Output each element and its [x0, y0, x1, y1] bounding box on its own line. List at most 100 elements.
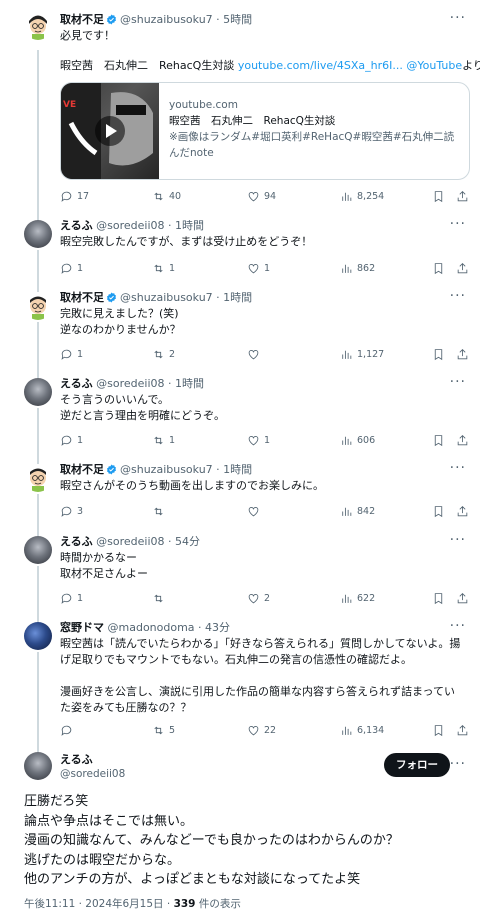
- share-button[interactable]: [456, 188, 469, 204]
- author-name[interactable]: えるふ: [60, 377, 93, 390]
- thread-line: [37, 566, 39, 622]
- views-button[interactable]: 6,134: [340, 722, 384, 738]
- author-name[interactable]: えるふ: [60, 752, 125, 767]
- timestamp[interactable]: 43分: [205, 621, 230, 634]
- views-button[interactable]: 842: [340, 503, 375, 519]
- follow-button[interactable]: フォロー: [384, 753, 450, 777]
- retweet-button[interactable]: 1: [152, 260, 175, 276]
- post-date[interactable]: 2024年6月15日: [85, 898, 163, 910]
- more-icon[interactable]: ···: [450, 10, 466, 26]
- author-name[interactable]: 窓野ドマ: [60, 621, 104, 634]
- avatar[interactable]: [24, 464, 52, 492]
- author-handle[interactable]: @shuzaibusoku7: [120, 13, 213, 26]
- like-button[interactable]: 94: [247, 188, 276, 204]
- author-name[interactable]: 取材不足: [60, 291, 104, 304]
- like-button[interactable]: [247, 346, 264, 362]
- author-name[interactable]: 取材不足: [60, 463, 104, 476]
- retweet-button[interactable]: [152, 503, 169, 519]
- author-handle[interactable]: @soredeii08: [96, 219, 164, 232]
- more-icon[interactable]: ···: [450, 618, 466, 634]
- timestamp[interactable]: 54分: [175, 535, 200, 548]
- avatar[interactable]: [24, 622, 52, 650]
- timestamp[interactable]: 1時間: [223, 291, 252, 304]
- views-button[interactable]: 1,127: [340, 346, 384, 362]
- tweet-text: 暇空さんがそのうち動画を出しますのでお楽しみに。: [60, 479, 324, 492]
- more-icon[interactable]: ···: [450, 532, 466, 548]
- reply-button[interactable]: 1: [60, 260, 83, 276]
- main-avatar[interactable]: [24, 752, 52, 780]
- views-button[interactable]: 606: [340, 432, 375, 448]
- share-button[interactable]: [456, 260, 469, 276]
- retweet-button[interactable]: 5: [152, 722, 175, 738]
- reply-button[interactable]: [60, 722, 77, 738]
- timestamp[interactable]: 1時間: [175, 219, 204, 232]
- author-handle[interactable]: @madonodoma: [108, 621, 195, 634]
- share-button[interactable]: [456, 503, 469, 519]
- retweet-button[interactable]: [152, 590, 169, 606]
- more-icon[interactable]: ···: [450, 374, 466, 390]
- reply-button[interactable]: 3: [60, 503, 83, 519]
- timestamp[interactable]: 5時間: [223, 13, 252, 26]
- bookmark-button[interactable]: [432, 346, 445, 362]
- author-handle[interactable]: @shuzaibusoku7: [120, 291, 213, 304]
- author-handle[interactable]: @soredeii08: [96, 535, 164, 548]
- retweet-button[interactable]: 2: [152, 346, 175, 362]
- youtube-link[interactable]: youtube.com/live/4SXa_hr6I...: [238, 59, 403, 72]
- retweet-button[interactable]: 1: [152, 432, 175, 448]
- avatar[interactable]: [24, 378, 52, 406]
- bookmark-button[interactable]: [432, 188, 445, 204]
- tweet[interactable]: えるふ @soredeii08 · 54分 時間かかるなー 取材不足さんよー: [60, 534, 464, 582]
- author-handle[interactable]: @shuzaibusoku7: [120, 463, 213, 476]
- tweet[interactable]: 取材不足 @shuzaibusoku7 · 1時間 完敗に見えました？(笑) 逆な…: [60, 290, 464, 338]
- like-button[interactable]: 1: [247, 260, 270, 276]
- thread-line: [37, 652, 39, 752]
- reply-button[interactable]: 1: [60, 432, 83, 448]
- bookmark-button[interactable]: [432, 722, 445, 738]
- share-button[interactable]: [456, 722, 469, 738]
- tweet[interactable]: 取材不足 @shuzaibusoku7 · 5時間 必見です！: [60, 12, 464, 44]
- like-button[interactable]: 2: [247, 590, 270, 606]
- timestamp[interactable]: 1時間: [223, 463, 252, 476]
- author-name[interactable]: 取材不足: [60, 13, 104, 26]
- reply-button[interactable]: 1: [60, 346, 83, 362]
- tweet[interactable]: えるふ @soredeii08 · 1時間 暇空完敗したんですが、まずは受け止め…: [60, 218, 464, 250]
- post-time[interactable]: 午後11:11: [24, 898, 75, 910]
- retweet-button[interactable]: 40: [152, 188, 181, 204]
- timestamp[interactable]: 1時間: [175, 377, 204, 390]
- share-button[interactable]: [456, 432, 469, 448]
- video-thumbnail[interactable]: VE: [61, 83, 159, 179]
- tweet[interactable]: 窓野ドマ @madonodoma · 43分 暇空茜は「読んでいたらわかる」「好…: [60, 620, 464, 716]
- more-icon[interactable]: ···: [450, 216, 466, 232]
- reply-button[interactable]: 17: [60, 188, 89, 204]
- bookmark-button[interactable]: [432, 260, 445, 276]
- link-card[interactable]: VE youtube.com 暇空茜 石丸伸二 RehacQ生対談 ※画像はラン…: [60, 82, 470, 180]
- reply-button[interactable]: 1: [60, 590, 83, 606]
- author-name[interactable]: えるふ: [60, 219, 93, 232]
- share-button[interactable]: [456, 590, 469, 606]
- avatar[interactable]: [24, 292, 52, 320]
- views-button[interactable]: 862: [340, 260, 375, 276]
- youtube-mention[interactable]: @YouTube: [403, 59, 462, 72]
- like-button[interactable]: 22: [247, 722, 276, 738]
- author-handle[interactable]: @soredeii08: [96, 377, 164, 390]
- like-icon: [248, 191, 259, 201]
- avatar[interactable]: [24, 220, 52, 248]
- share-button[interactable]: [456, 346, 469, 362]
- like-button[interactable]: [247, 503, 264, 519]
- tweet[interactable]: えるふ @soredeii08 · 1時間 そう言うのいいんで。 逆だと言う理由…: [60, 376, 464, 424]
- bookmark-button[interactable]: [432, 432, 445, 448]
- author-handle[interactable]: @soredeii08: [60, 767, 125, 782]
- avatar[interactable]: [24, 12, 52, 40]
- author-name[interactable]: えるふ: [60, 535, 93, 548]
- bookmark-button[interactable]: [432, 590, 445, 606]
- views-button[interactable]: 622: [340, 590, 375, 606]
- more-icon[interactable]: ···: [450, 460, 466, 476]
- tweet[interactable]: 取材不足 @shuzaibusoku7 · 1時間 暇空さんがそのうち動画を出しま…: [60, 462, 464, 494]
- views-button[interactable]: 8,254: [340, 188, 384, 204]
- more-icon[interactable]: ···: [450, 288, 466, 304]
- avatar[interactable]: [24, 536, 52, 564]
- more-icon[interactable]: ···: [450, 756, 466, 772]
- play-icon[interactable]: [95, 116, 125, 146]
- like-button[interactable]: 1: [247, 432, 270, 448]
- bookmark-button[interactable]: [432, 503, 445, 519]
